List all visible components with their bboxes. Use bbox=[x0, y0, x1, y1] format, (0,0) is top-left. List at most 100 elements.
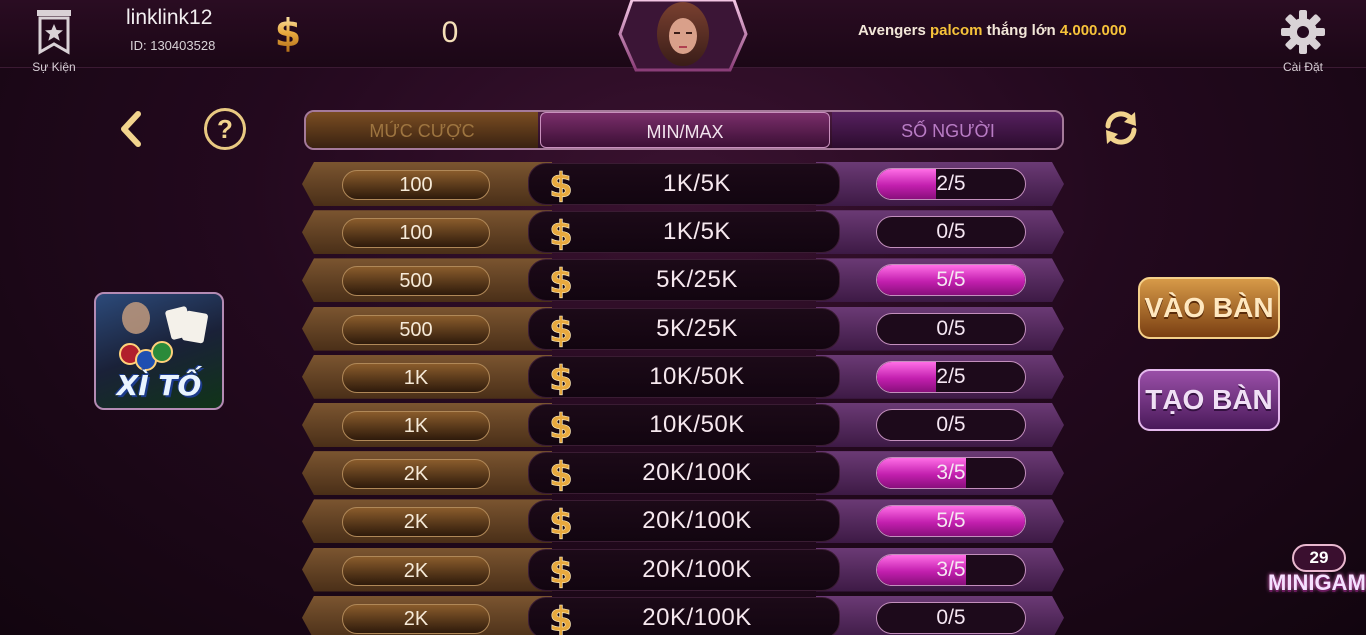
room-row[interactable]: 2K $ 20K/100K 5/5 bbox=[302, 499, 1066, 544]
room-row[interactable]: 2K $ 20K/100K 0/5 bbox=[302, 595, 1066, 635]
players-bar: 3/5 bbox=[876, 457, 1026, 490]
event-button[interactable]: Sự Kiện bbox=[20, 8, 88, 74]
svg-text:$: $ bbox=[549, 552, 573, 590]
bet-level: 2K bbox=[342, 603, 490, 634]
min-max: 20K/100K bbox=[642, 555, 752, 583]
join-table-button[interactable]: VÀO BÀN bbox=[1138, 277, 1280, 339]
bet-level: 2K bbox=[342, 507, 490, 538]
event-label: Sự Kiện bbox=[32, 60, 76, 74]
bet-level: 100 bbox=[342, 218, 490, 249]
players-count: 0/5 bbox=[936, 316, 966, 340]
min-max: 1K/5K bbox=[663, 170, 731, 197]
dollar-coin-icon: $ bbox=[548, 166, 574, 207]
star-flag-icon bbox=[34, 8, 74, 56]
svg-text:$: $ bbox=[549, 311, 573, 349]
minigame-count-badge: 29 bbox=[1292, 544, 1346, 572]
avatar[interactable] bbox=[612, 0, 754, 74]
min-max: 20K/100K bbox=[642, 459, 752, 487]
news-amount: 4.000.000 bbox=[1059, 22, 1127, 39]
dollar-coin-icon: $ bbox=[548, 262, 574, 303]
dollar-coin-icon: $ bbox=[548, 455, 574, 496]
news-player: Avengers bbox=[858, 22, 926, 39]
bet-level: 100 bbox=[342, 170, 490, 200]
header-min-max[interactable]: MIN/MAX bbox=[540, 112, 830, 148]
dollar-coin-icon: $ bbox=[548, 407, 574, 448]
players-bar: 3/5 bbox=[876, 553, 1026, 586]
dollar-coin-icon: $ bbox=[548, 599, 574, 635]
table-header: MỨC CƯỢC MIN/MAX SỐ NGƯỜI bbox=[304, 110, 1064, 150]
back-arrow-icon[interactable] bbox=[116, 108, 146, 150]
min-max: 10K/50K bbox=[649, 362, 745, 390]
svg-text:$: $ bbox=[549, 600, 573, 635]
game-icon-xito[interactable]: XÌ TỐ bbox=[94, 292, 224, 410]
svg-text:$: $ bbox=[549, 262, 573, 300]
players-bar: 2/5 bbox=[876, 168, 1026, 200]
players-count: 0/5 bbox=[936, 220, 966, 244]
user-id: ID: 130403528 bbox=[130, 38, 216, 53]
dollar-coin-icon: $ bbox=[548, 310, 574, 351]
refresh-icon[interactable] bbox=[1102, 108, 1140, 148]
players-count: 0/5 bbox=[936, 605, 966, 629]
news-verb: thắng lớn bbox=[986, 22, 1056, 39]
bet-level: 500 bbox=[342, 266, 490, 297]
room-row[interactable]: 500 $ 5K/25K 5/5 bbox=[302, 258, 1066, 303]
room-row[interactable]: 100 $ 1K/5K 0/5 bbox=[302, 210, 1066, 254]
room-list: 100 $ 1K/5K 2/5 100 $ 1K/5K 0/5 500 $ 5K… bbox=[302, 162, 1066, 635]
players-count: 3/5 bbox=[936, 461, 966, 485]
players-bar: 0/5 bbox=[876, 601, 1026, 634]
svg-text:$: $ bbox=[275, 12, 301, 54]
players-bar: 0/5 bbox=[876, 312, 1026, 345]
min-max: 5K/25K bbox=[656, 314, 738, 342]
room-row[interactable]: 100 $ 1K/5K 2/5 bbox=[302, 162, 1066, 206]
header-players[interactable]: SỐ NGƯỜI bbox=[832, 112, 1062, 148]
players-bar: 2/5 bbox=[876, 360, 1026, 393]
gear-icon bbox=[1279, 8, 1327, 56]
min-max: 1K/5K bbox=[663, 218, 731, 246]
room-row[interactable]: 1K $ 10K/50K 2/5 bbox=[302, 354, 1066, 399]
svg-text:$: $ bbox=[549, 407, 573, 445]
svg-text:$: $ bbox=[549, 455, 573, 493]
min-max: 10K/50K bbox=[649, 410, 745, 438]
bet-level: 500 bbox=[342, 314, 490, 345]
players-count: 5/5 bbox=[936, 268, 966, 292]
header-bet-level[interactable]: MỨC CƯỢC bbox=[306, 112, 538, 148]
players-bar: 0/5 bbox=[876, 408, 1026, 441]
room-row[interactable]: 2K $ 20K/100K 3/5 bbox=[302, 547, 1066, 592]
bet-level: 2K bbox=[342, 555, 490, 586]
players-bar: 5/5 bbox=[876, 505, 1026, 538]
svg-text:$: $ bbox=[549, 503, 573, 541]
svg-text:$: $ bbox=[549, 166, 573, 204]
players-count: 2/5 bbox=[936, 364, 966, 388]
dollar-coin-icon: $ bbox=[548, 503, 574, 544]
dollar-coin-icon: $ bbox=[548, 214, 574, 255]
balance-value: 0 bbox=[441, 16, 459, 49]
news-ticker: Avengers palcom thắng lớn 4.000.000 bbox=[858, 22, 1127, 39]
settings-button[interactable]: Cài Đặt bbox=[1270, 8, 1336, 74]
dollar-coin-icon: $ bbox=[548, 551, 574, 592]
players-bar: 0/5 bbox=[876, 216, 1026, 249]
minigame-button[interactable]: 29 MINIGAME bbox=[1264, 540, 1366, 632]
players-count: 5/5 bbox=[936, 509, 966, 533]
username: linklink12 bbox=[126, 6, 213, 29]
settings-label: Cài Đặt bbox=[1282, 60, 1323, 74]
create-table-button[interactable]: TẠO BÀN bbox=[1138, 369, 1280, 431]
min-max: 5K/25K bbox=[656, 266, 738, 294]
room-row[interactable]: 2K $ 20K/100K 3/5 bbox=[302, 451, 1066, 495]
players-bar: 5/5 bbox=[876, 264, 1026, 297]
players-count: 0/5 bbox=[936, 412, 966, 436]
room-row[interactable]: 1K $ 10K/50K 0/5 bbox=[302, 402, 1066, 448]
dollar-coin-icon: $ bbox=[274, 11, 302, 58]
svg-text:$: $ bbox=[549, 359, 573, 397]
min-max: 20K/100K bbox=[642, 603, 752, 631]
news-game: palcom bbox=[929, 22, 983, 39]
room-row[interactable]: 500 $ 5K/25K 0/5 bbox=[302, 306, 1066, 351]
min-max: 20K/100K bbox=[642, 507, 752, 535]
dollar-coin-icon: $ bbox=[548, 358, 574, 399]
top-bar: Sự Kiện linklink12 ID: 130403528 $ 0 Ave… bbox=[0, 0, 1366, 74]
help-icon[interactable]: ? bbox=[204, 108, 246, 150]
user-info: linklink12 ID: 130403528 bbox=[126, 6, 215, 53]
svg-text:$: $ bbox=[549, 214, 573, 252]
minigame-label: MINIGAME bbox=[1268, 570, 1366, 595]
players-count: 3/5 bbox=[936, 557, 966, 581]
players-count: 2/5 bbox=[936, 172, 966, 195]
